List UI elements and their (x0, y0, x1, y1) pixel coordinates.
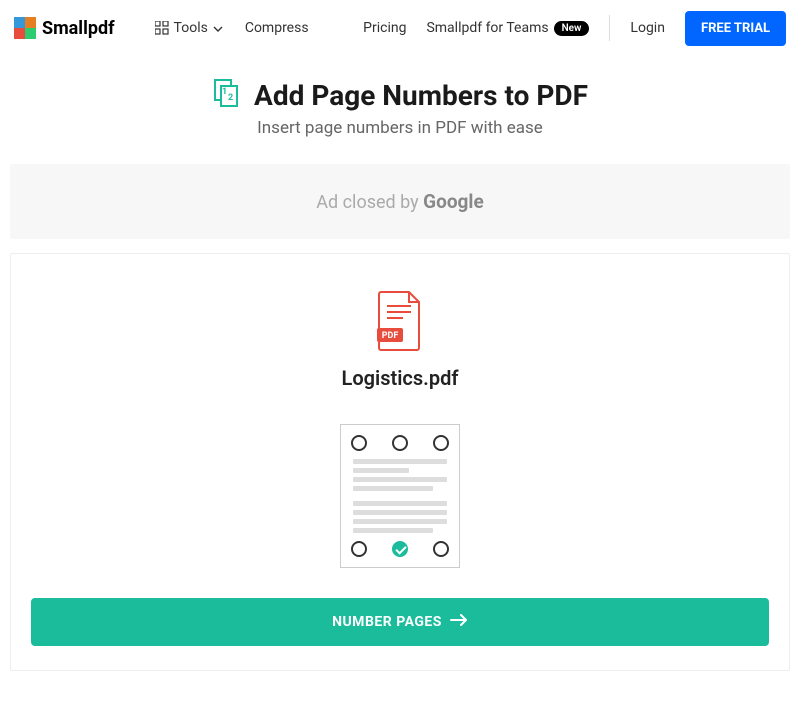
nav-teams-label: Smallpdf for Teams (426, 20, 548, 36)
hero: 1 2 Add Page Numbers to PDF Insert page … (0, 56, 800, 150)
nav-tools[interactable]: Tools (155, 20, 223, 36)
logo[interactable]: Smallpdf (14, 17, 115, 39)
chevron-down-icon (213, 20, 223, 36)
free-trial-button[interactable]: FREE TRIAL (685, 11, 786, 46)
svg-text:2: 2 (228, 93, 233, 103)
ad-brand: Google (423, 190, 484, 213)
divider (609, 15, 610, 41)
pdf-file-icon: PDF (375, 290, 425, 352)
nav-tools-label: Tools (174, 20, 208, 36)
work-card: PDF Logistics.pdf NUMBER PAGES (10, 253, 790, 671)
pos-top-right[interactable] (433, 435, 449, 451)
page-preview-content (351, 459, 449, 533)
pos-top-left[interactable] (351, 435, 367, 451)
new-badge: New (554, 21, 590, 36)
action-label: NUMBER PAGES (332, 614, 442, 630)
main-nav: Tools Compress (155, 20, 309, 36)
svg-text:PDF: PDF (382, 331, 399, 341)
pos-top-center[interactable] (392, 435, 408, 451)
grid-icon (155, 21, 169, 35)
page-title: Add Page Numbers to PDF (254, 79, 588, 112)
page-number-icon: 1 2 (212, 78, 242, 112)
nav-compress[interactable]: Compress (245, 20, 309, 36)
number-pages-button[interactable]: NUMBER PAGES (31, 598, 769, 646)
svg-text:1: 1 (222, 87, 227, 97)
nav-teams[interactable]: Smallpdf for Teams New (426, 20, 589, 36)
position-selector (340, 424, 460, 568)
header: Smallpdf Tools Compress Pricing Smallpdf… (0, 0, 800, 56)
file-name: Logistics.pdf (31, 366, 769, 390)
ad-text: Ad closed by (316, 192, 423, 213)
ad-banner: Ad closed by Google (10, 164, 790, 239)
logo-icon (14, 17, 36, 39)
brand-text: Smallpdf (42, 18, 115, 39)
nav-login[interactable]: Login (630, 20, 665, 36)
pos-bottom-center[interactable] (392, 541, 408, 557)
nav-pricing[interactable]: Pricing (363, 20, 406, 36)
pos-bottom-left[interactable] (351, 541, 367, 557)
arrow-right-icon (450, 614, 468, 630)
pos-bottom-right[interactable] (433, 541, 449, 557)
right-nav: Pricing Smallpdf for Teams New Login FRE… (363, 11, 786, 46)
page-subtitle: Insert page numbers in PDF with ease (10, 118, 790, 138)
